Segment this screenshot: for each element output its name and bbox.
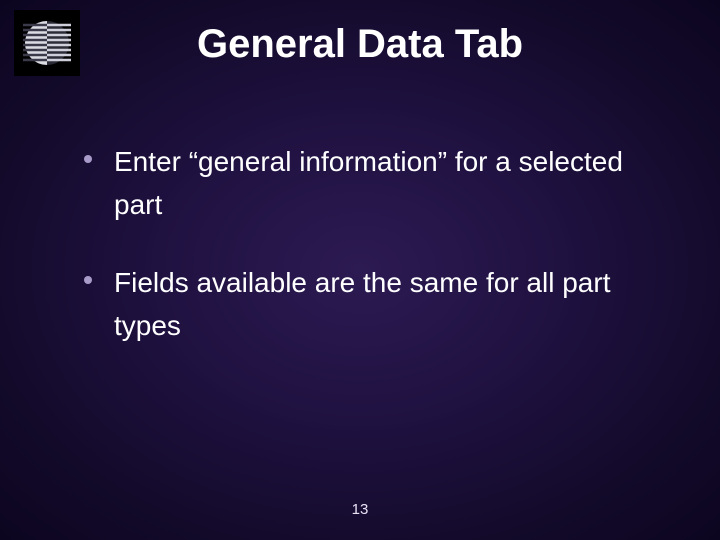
bullet-text: Enter “general information” for a select… <box>114 140 660 227</box>
bullet-icon <box>84 276 92 284</box>
slide: General Data Tab Enter “general informat… <box>0 0 720 540</box>
slide-title: General Data Tab <box>0 22 720 67</box>
bullet-item: Fields available are the same for all pa… <box>84 261 660 348</box>
slide-body: Enter “general information” for a select… <box>84 140 660 382</box>
page-number: 13 <box>0 501 720 518</box>
bullet-item: Enter “general information” for a select… <box>84 140 660 227</box>
bullet-text: Fields available are the same for all pa… <box>114 261 660 348</box>
bullet-icon <box>84 155 92 163</box>
